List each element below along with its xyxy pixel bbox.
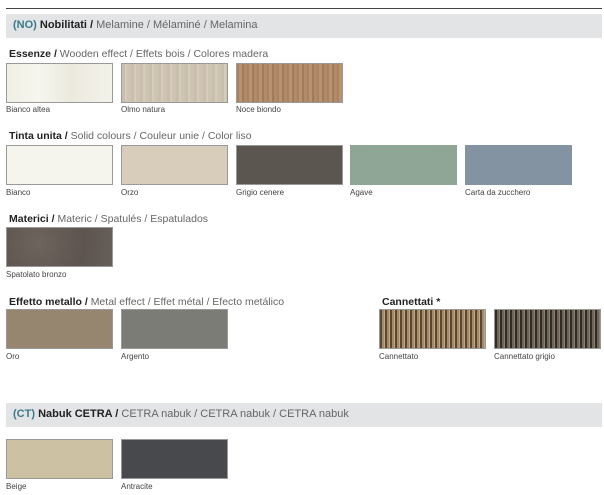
section-heading-effetto-metallo: Effetto metallo / Metal effect / Effet m…	[9, 296, 285, 308]
header-subtitle: Melamine / Mélaminé / Melamina	[96, 19, 258, 31]
swatch-label: Oro	[6, 352, 20, 361]
swatch-cannettato	[379, 309, 486, 349]
swatch-label: Olmo natura	[121, 105, 166, 114]
swatch-label: Beige	[6, 482, 27, 491]
swatch-label: Cannettato	[379, 352, 419, 361]
footer-code: (CT)	[13, 408, 35, 420]
swatch-beige	[6, 439, 113, 479]
swatch-olmo-natura	[121, 63, 228, 103]
section-heading-materici: Materici / Materic / Spatulés / Espatula…	[9, 213, 209, 225]
swatch-label: Antracite	[121, 482, 153, 491]
header-band-nobilitati: (NO) Nobilitati / Melamine / Mélaminé / …	[6, 14, 602, 38]
swatch-label: Argento	[121, 352, 150, 361]
swatch-carta-da-zucchero	[465, 145, 572, 185]
section-heading-essenze: Essenze / Wooden effect / Effets bois / …	[9, 48, 269, 60]
footer-section-title: (CT) Nabuk CETRA / CETRA nabuk / CETRA n…	[13, 408, 349, 420]
swatch-grigio-cenere	[236, 145, 343, 185]
swatch-antracite	[121, 439, 228, 479]
swatch-spatolato-bronzo	[6, 227, 113, 267]
swatch-bianco-altea	[6, 63, 113, 103]
header-band-nabuk-cetra: (CT) Nabuk CETRA / CETRA nabuk / CETRA n…	[6, 403, 602, 427]
swatch-label: Grigio cenere	[236, 188, 285, 197]
swatch-orzo	[121, 145, 228, 185]
swatch-bianco	[6, 145, 113, 185]
swatch-label: Cannettato grigio	[494, 352, 555, 361]
swatch-label: Bianco	[6, 188, 31, 197]
top-divider	[6, 8, 602, 9]
section-heading-tinta-unita: Tinta unita / Solid colours / Couleur un…	[9, 130, 252, 142]
swatch-label: Bianco altea	[6, 105, 51, 114]
swatch-label: Carta da zucchero	[465, 188, 531, 197]
section-heading-cannettati: Cannettati *	[382, 296, 441, 308]
swatch-label: Agave	[350, 188, 373, 197]
swatch-argento	[121, 309, 228, 349]
swatch-label: Spatolato bronzo	[6, 270, 67, 279]
swatch-oro	[6, 309, 113, 349]
swatch-label: Noce biondo	[236, 105, 281, 114]
footer-subtitle: CETRA nabuk / CETRA nabuk / CETRA nabuk	[121, 408, 349, 420]
swatch-cannettato-grigio	[494, 309, 601, 349]
header-title-main: Nobilitati /	[39, 19, 94, 31]
header-title: (NO) Nobilitati / Melamine / Mélaminé / …	[13, 19, 258, 31]
swatch-noce-biondo	[236, 63, 343, 103]
swatch-agave	[350, 145, 457, 185]
footer-title-main: Nabuk CETRA /	[38, 408, 119, 420]
swatch-label: Orzo	[121, 188, 139, 197]
header-code: (NO)	[13, 19, 37, 31]
